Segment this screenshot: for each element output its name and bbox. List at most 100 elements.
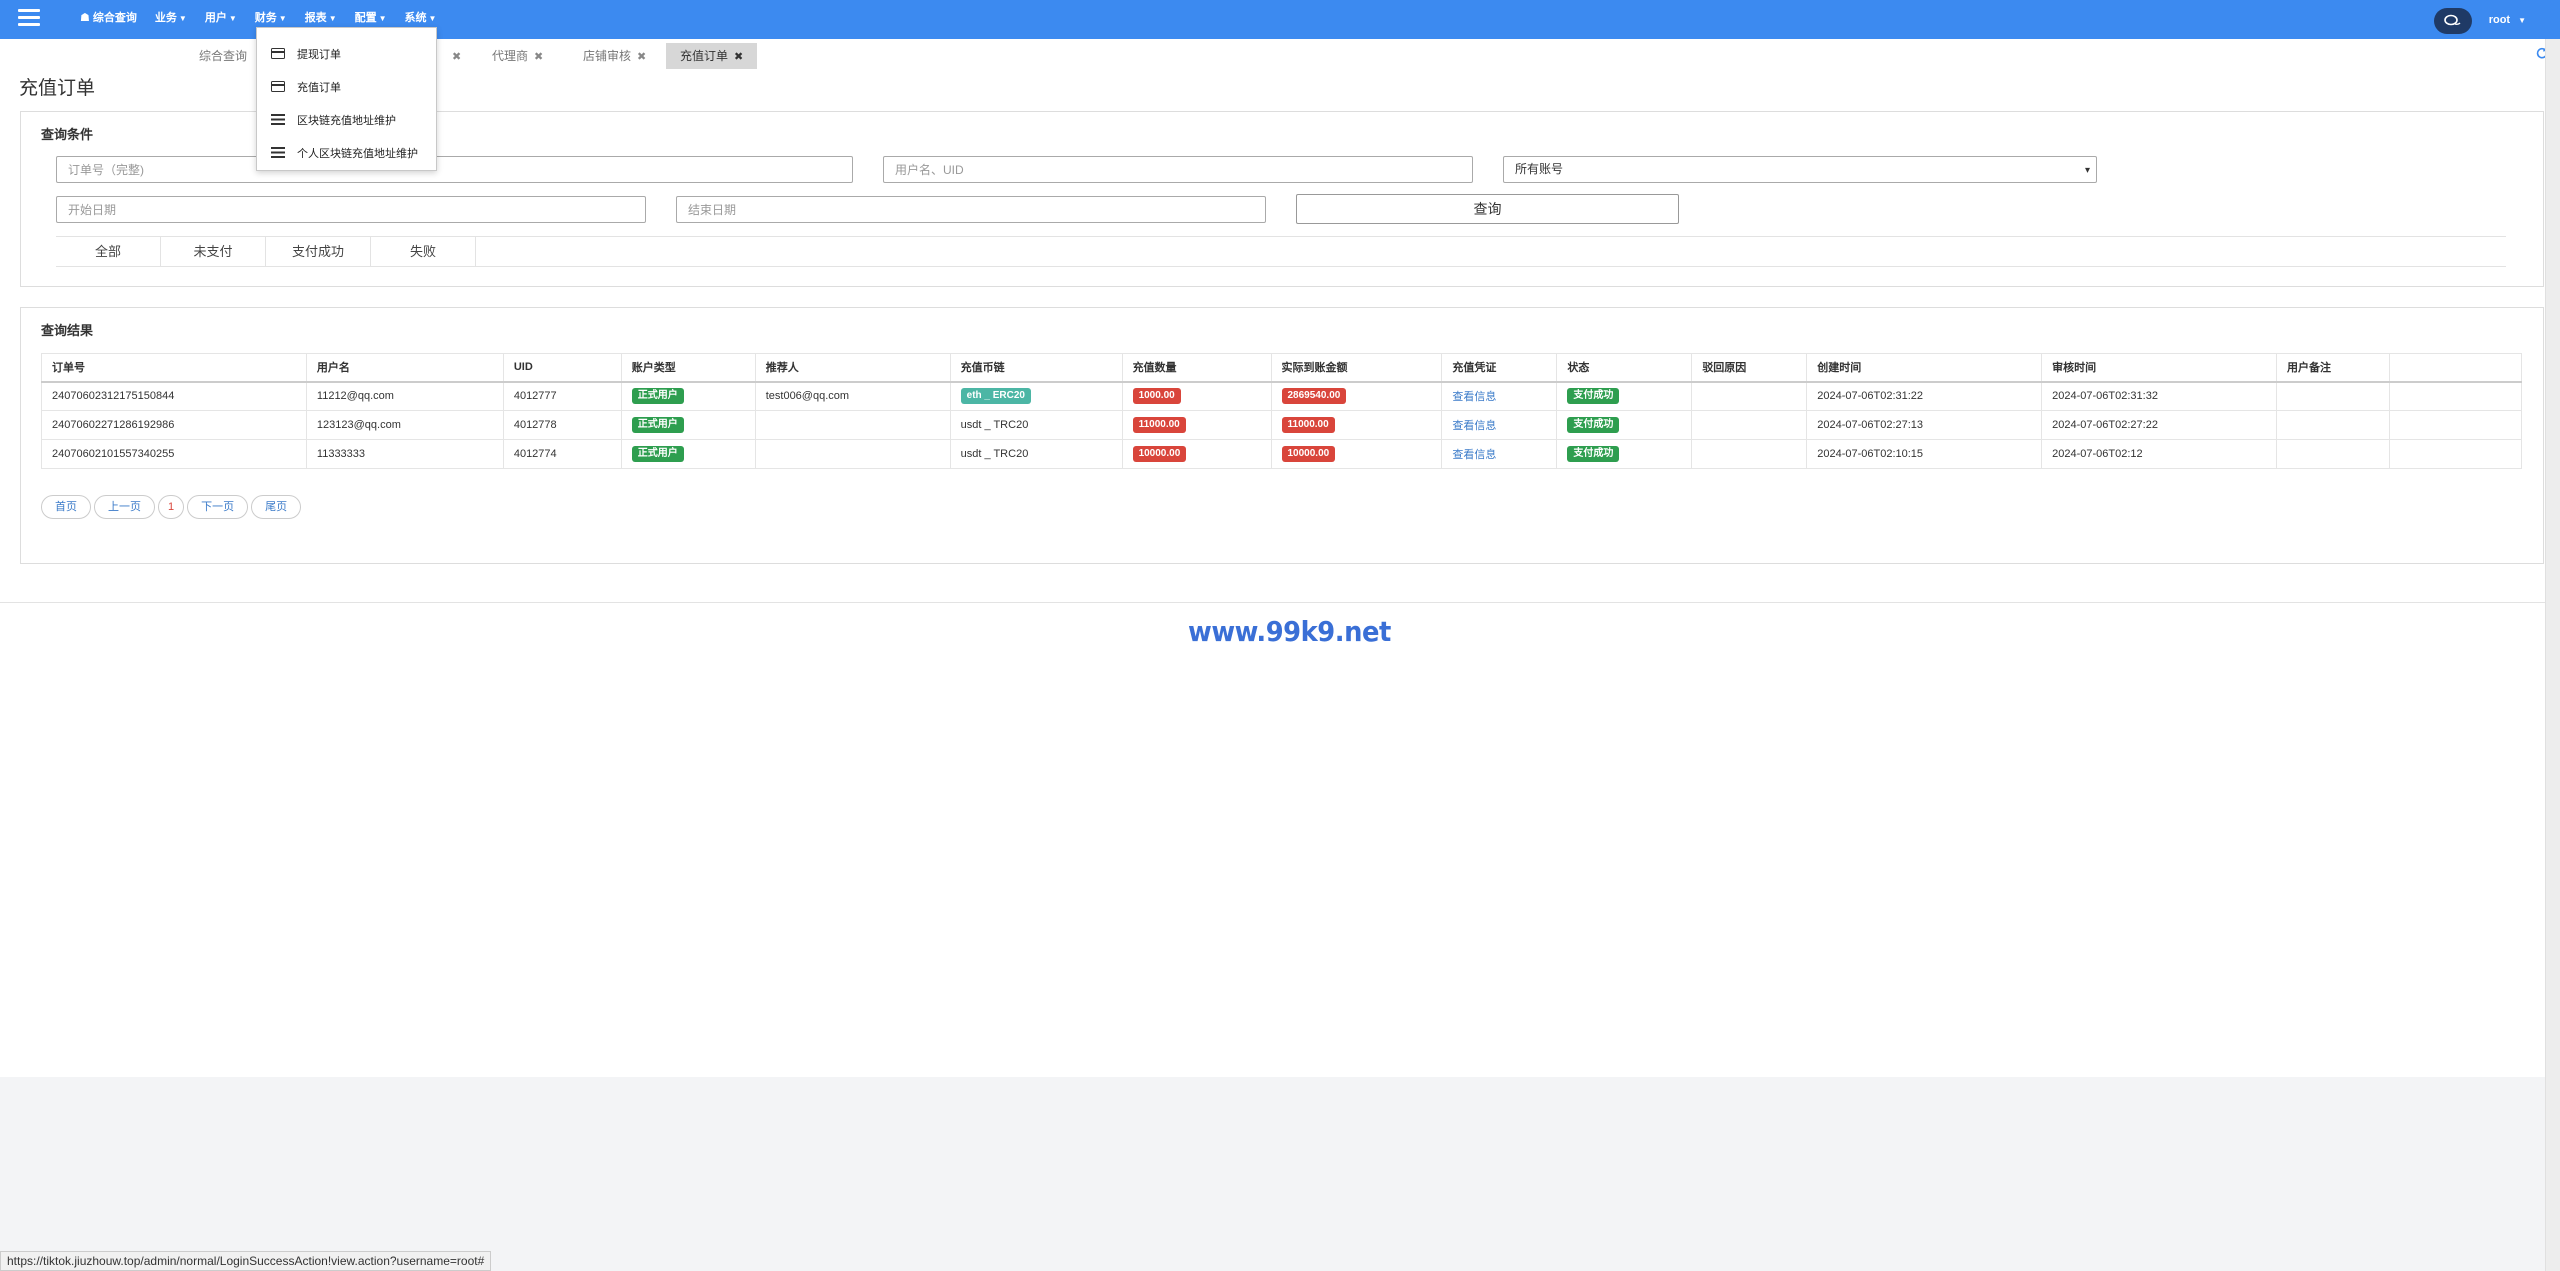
caret-down-icon: ▼ bbox=[278, 14, 287, 23]
view-proof-link[interactable]: 查看信息 bbox=[1452, 420, 1496, 432]
account-select[interactable]: 所有账号 ▾ bbox=[1503, 156, 2097, 183]
status-cell: 支付成功 bbox=[1556, 439, 1693, 469]
column-header: 充值数量 bbox=[1121, 353, 1272, 383]
status-tab-unpaid[interactable]: 未支付 bbox=[161, 237, 266, 266]
status-tab-all[interactable]: 全部 bbox=[56, 237, 161, 266]
tab-recharge-orders[interactable]: 充值订单 ✖ bbox=[666, 43, 758, 69]
page-title: 充值订单 bbox=[19, 78, 96, 99]
remark-cell bbox=[2276, 439, 2390, 469]
order-number-cell: 24070602312175150844 bbox=[41, 381, 307, 411]
view-proof-link[interactable]: 查看信息 bbox=[1452, 449, 1496, 461]
tab-store-review[interactable]: 店铺审核 ✖ bbox=[569, 43, 660, 69]
list-icon bbox=[271, 147, 285, 158]
prev-page-button[interactable]: 上一页 bbox=[94, 495, 155, 519]
amount-badge: 10000.00 bbox=[1132, 446, 1187, 462]
created-time-cell: 2024-07-06T02:10:15 bbox=[1806, 439, 2043, 469]
status-badge: 支付成功 bbox=[1567, 446, 1620, 462]
menu-item-recharge-orders[interactable]: 充值订单 bbox=[257, 70, 436, 103]
menu-item-chain-address[interactable]: 区块链充值地址维护 bbox=[257, 103, 436, 136]
tab-overview-close[interactable]: ✖ bbox=[432, 43, 475, 69]
caret-down-icon: ▼ bbox=[178, 14, 187, 23]
account-type-cell: 正式用户 bbox=[620, 410, 756, 440]
proof-cell: 查看信息 bbox=[1441, 410, 1558, 440]
next-page-button[interactable]: 下一页 bbox=[187, 495, 249, 519]
actual-amount-cell: 11000.00 bbox=[1270, 410, 1443, 440]
search-button[interactable]: 查询 bbox=[1296, 194, 1679, 224]
status-tab-failed[interactable]: 失败 bbox=[371, 237, 476, 266]
audited-time-cell: 2024-07-06T02:12 bbox=[2041, 439, 2278, 469]
chat-bubbles-icon bbox=[2444, 14, 2461, 26]
nav-item-finance[interactable]: 财务 ▼ bbox=[255, 9, 287, 25]
card-icon bbox=[271, 48, 285, 59]
home-icon: ☗ bbox=[80, 12, 93, 24]
caret-down-icon: ▼ bbox=[378, 14, 387, 23]
remark-cell bbox=[2276, 381, 2390, 411]
first-page-button[interactable]: 首页 bbox=[41, 495, 91, 519]
chain-cell: eth _ ERC20 bbox=[949, 381, 1123, 411]
menu-item-personal-chain-address[interactable]: 个人区块链充值地址维护 bbox=[257, 136, 436, 169]
caret-down-icon: ▼ bbox=[2518, 16, 2526, 25]
remark-cell bbox=[2276, 410, 2390, 440]
column-header: 充值币链 bbox=[949, 353, 1123, 383]
nav-item-users[interactable]: 用户 ▼ bbox=[205, 9, 237, 25]
order-number-input[interactable] bbox=[56, 156, 853, 183]
account-type-badge: 正式用户 bbox=[631, 446, 684, 462]
username-cell: 11212@qq.com bbox=[305, 381, 504, 411]
chat-button[interactable] bbox=[2434, 8, 2472, 34]
caret-down-icon: ▼ bbox=[228, 14, 237, 23]
end-date-input[interactable] bbox=[676, 196, 1266, 223]
user-menu[interactable]: root ▼ bbox=[2489, 14, 2526, 26]
last-page-button[interactable]: 尾页 bbox=[251, 495, 302, 519]
close-icon[interactable]: ✖ bbox=[637, 51, 646, 63]
actual-amount-cell: 10000.00 bbox=[1270, 439, 1443, 469]
uid-cell: 4012777 bbox=[502, 381, 622, 411]
action-cell bbox=[2388, 439, 2523, 469]
nav-item-system[interactable]: 系统 ▼ bbox=[405, 9, 437, 25]
view-proof-link[interactable]: 查看信息 bbox=[1452, 391, 1496, 403]
card-icon bbox=[271, 81, 285, 92]
nav-item-overview[interactable]: ☗ 综合查询 bbox=[80, 9, 137, 25]
column-header: 创建时间 bbox=[1806, 353, 2043, 383]
hamburger-menu-icon[interactable] bbox=[18, 9, 40, 27]
nav-item-reports[interactable]: 报表 ▼ bbox=[305, 9, 337, 25]
footer-brand: www.99k9.net bbox=[1188, 615, 1391, 648]
reject-reason-cell bbox=[1691, 439, 1808, 469]
page-scrollbar[interactable] bbox=[2545, 39, 2560, 1271]
reject-reason-cell bbox=[1691, 381, 1808, 411]
nav-item-business[interactable]: 业务 ▼ bbox=[155, 9, 187, 25]
column-header: 用户名 bbox=[305, 353, 504, 383]
table-row: 24070602271286192986 123123@qq.com 40127… bbox=[41, 410, 2523, 440]
uid-cell: 4012774 bbox=[502, 439, 622, 469]
created-time-cell: 2024-07-06T02:27:13 bbox=[1806, 410, 2043, 440]
close-icon[interactable]: ✖ bbox=[734, 51, 743, 63]
tab-overview[interactable]: 综合查询 bbox=[185, 43, 261, 69]
finance-dropdown-menu: 提现订单 充值订单 区块链充值地址维护 个人区块链充值地址维护 bbox=[256, 27, 437, 171]
audited-time-cell: 2024-07-06T02:27:22 bbox=[2041, 410, 2278, 440]
user-search-input[interactable] bbox=[883, 156, 1473, 183]
close-icon[interactable]: ✖ bbox=[452, 51, 461, 63]
account-type-badge: 正式用户 bbox=[631, 388, 684, 405]
reject-reason-cell bbox=[1691, 410, 1808, 440]
caret-down-icon: ▼ bbox=[328, 14, 337, 23]
uid-cell: 4012778 bbox=[502, 410, 622, 440]
results-panel-title: 查询结果 bbox=[41, 323, 94, 338]
account-type-cell: 正式用户 bbox=[620, 439, 756, 469]
nav-item-config[interactable]: 配置 ▼ bbox=[355, 9, 387, 25]
pagination: 首页 上一页 1 下一页 尾页 bbox=[41, 495, 304, 519]
table-header-row: 订单号 用户名 UID 账户类型 推荐人 充值币链 充值数量 实际到账金额 充值… bbox=[41, 353, 2523, 383]
column-header: 实际到账金额 bbox=[1270, 353, 1443, 383]
table-row: 24070602101557340255 11333333 4012774 正式… bbox=[41, 439, 2523, 469]
status-tab-paid[interactable]: 支付成功 bbox=[266, 237, 371, 266]
amount-cell: 11000.00 bbox=[1121, 410, 1272, 440]
audited-time-cell: 2024-07-06T02:31:32 bbox=[2041, 381, 2278, 411]
menu-item-withdraw-orders[interactable]: 提现订单 bbox=[257, 37, 436, 70]
tab-agents[interactable]: 代理商 ✖ bbox=[478, 43, 557, 69]
footer-divider bbox=[0, 602, 2545, 603]
current-page-button[interactable]: 1 bbox=[158, 495, 185, 519]
close-icon[interactable]: ✖ bbox=[534, 51, 543, 63]
proof-cell: 查看信息 bbox=[1441, 439, 1558, 469]
chain-cell: usdt _ TRC20 bbox=[949, 410, 1123, 440]
referrer-cell: test006@qq.com bbox=[754, 381, 951, 411]
start-date-input[interactable] bbox=[56, 196, 646, 223]
status-filter-tabs: 全部 未支付 支付成功 失败 bbox=[56, 236, 2506, 267]
